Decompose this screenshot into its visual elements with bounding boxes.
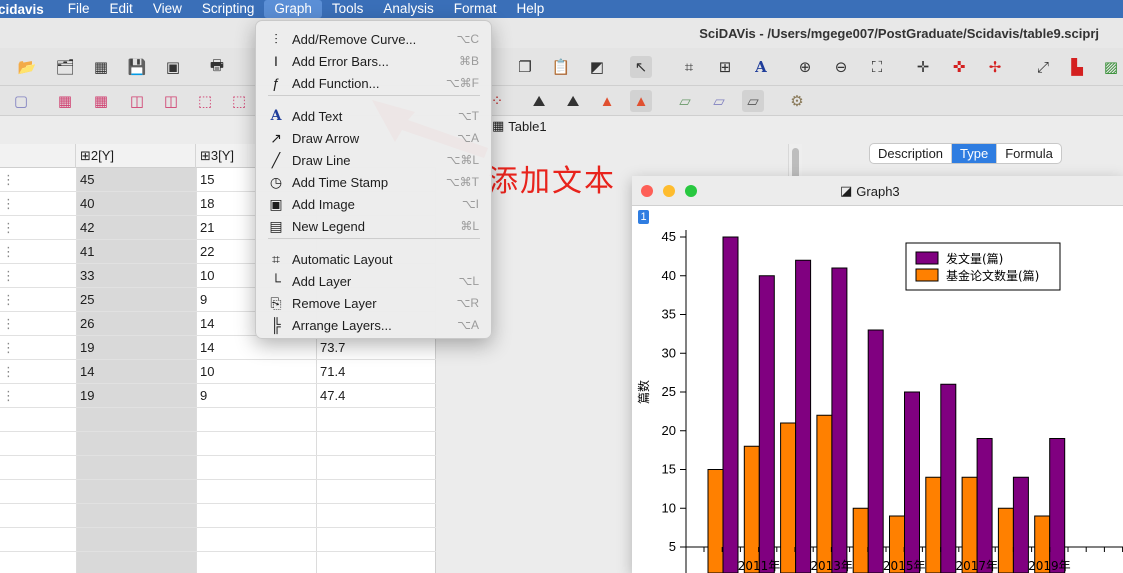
menu-item-shortcut: ⌥L <box>458 274 479 288</box>
error-bars-icon: I <box>274 53 278 69</box>
menu-item-shortcut: ⌥⌘F <box>445 76 479 90</box>
menu-item-label: Arrange Layers... <box>292 317 392 333</box>
menu-item-label: Add Time Stamp <box>292 174 389 190</box>
menu-item-add-function[interactable]: ƒ Add Function... ⌥⌘F <box>262 72 487 94</box>
menu-item-label: Add Layer <box>292 273 352 289</box>
menu-item-arrange-layers[interactable]: ╠ Arrange Layers... ⌥A <box>262 314 487 336</box>
menu-item-shortcut: ⌥A <box>457 131 479 145</box>
layer-icon: └ <box>271 273 281 289</box>
menu-item-shortcut: ⌥C <box>456 32 480 46</box>
menu-item-shortcut: ⌥R <box>456 296 480 310</box>
menu-item-label: Add Function... <box>292 75 380 91</box>
menu-item-shortcut: ⌘B <box>458 54 479 68</box>
menu-item-add-time-stamp[interactable]: ◷ Add Time Stamp ⌥⌘T <box>262 171 487 193</box>
menu-separator <box>268 238 480 239</box>
menu-item-add-layer[interactable]: └ Add Layer ⌥L <box>262 270 487 292</box>
arrange-icon: ╠ <box>271 317 281 333</box>
function-icon: ƒ <box>272 75 280 91</box>
menu-item-label: New Legend <box>292 218 365 234</box>
menu-item-label: Add/Remove Curve... <box>292 31 417 47</box>
menu-item-shortcut: ⌥⌘T <box>445 175 479 189</box>
menu-item-draw-line[interactable]: ╱ Draw Line ⌥⌘L <box>262 149 487 171</box>
graph-menu: ⫶ Add/Remove Curve... ⌥C I Add Error Bars...… <box>255 20 492 339</box>
menu-item-add-remove-curve[interactable]: ⫶ Add/Remove Curve... ⌥C <box>262 28 487 50</box>
line-icon: ╱ <box>271 151 281 168</box>
clock-icon: ◷ <box>269 173 283 190</box>
menu-item-label: Draw Line <box>292 152 351 168</box>
curve-icon: ⫶ <box>274 30 278 47</box>
menu-item-new-legend[interactable]: ▤ New Legend ⌘L <box>262 215 487 237</box>
menu-item-add-error-bars[interactable]: I Add Error Bars... ⌘B <box>262 50 487 72</box>
menu-item-automatic-layout[interactable]: ⌗ Automatic Layout <box>262 248 487 270</box>
menu-item-add-text[interactable]: A Add Text ⌥T <box>262 105 487 127</box>
menu-item-label: Automatic Layout <box>292 251 393 267</box>
menu-item-shortcut: ⌥I <box>461 197 479 211</box>
menu-item-shortcut: ⌥⌘L <box>446 153 479 167</box>
menu-item-label: Add Error Bars... <box>292 53 389 69</box>
legend-icon: ▤ <box>269 217 283 234</box>
menu-item-shortcut: ⌘L <box>460 219 479 233</box>
menu-item-label: Draw Arrow <box>292 130 360 146</box>
menu-item-shortcut: ⌥A <box>457 318 479 332</box>
image-icon: ▣ <box>269 195 283 212</box>
menu-item-label: Add Image <box>292 196 355 212</box>
text-icon: A <box>270 108 282 124</box>
menu-item-label: Add Text <box>292 108 343 124</box>
annotation-arrow <box>372 100 488 158</box>
layout-icon: ⌗ <box>272 250 280 267</box>
menu-separator <box>268 95 480 96</box>
remove-layer-icon: ⎘ <box>270 294 282 311</box>
arrow-icon: ↗ <box>270 129 282 146</box>
menu-item-label: Remove Layer <box>292 295 377 311</box>
menu-item-draw-arrow[interactable]: ↗ Draw Arrow ⌥A <box>262 127 487 149</box>
menu-item-shortcut: ⌥T <box>457 109 479 123</box>
menu-item-add-image[interactable]: ▣ Add Image ⌥I <box>262 193 487 215</box>
menu-item-remove-layer[interactable]: ⎘ Remove Layer ⌥R <box>262 292 487 314</box>
